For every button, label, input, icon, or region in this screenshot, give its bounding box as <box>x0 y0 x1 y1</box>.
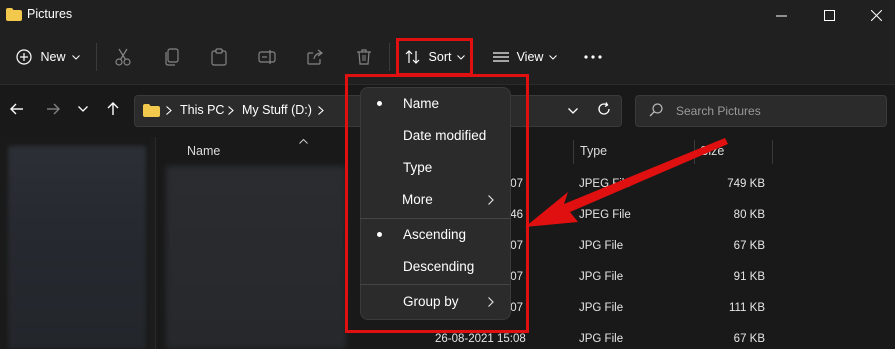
refresh-icon[interactable] <box>597 102 611 116</box>
chevron-down-icon <box>71 54 80 60</box>
search-icon <box>649 103 663 117</box>
chevron-right-icon <box>166 106 172 115</box>
folder-icon <box>143 104 160 117</box>
column-header-name[interactable]: Name <box>187 144 220 158</box>
rename-icon <box>258 48 276 66</box>
breadcrumb-my-stuff[interactable]: My Stuff (D:) <box>242 103 312 117</box>
view-label: View <box>516 50 544 64</box>
toolbar-divider <box>389 43 390 71</box>
paste-icon <box>210 48 228 66</box>
file-date-cell: 26-08-2021 15:08 <box>435 333 526 345</box>
copy-button[interactable] <box>161 39 183 75</box>
menu-highlight-box <box>345 74 529 333</box>
column-divider[interactable] <box>772 140 773 164</box>
delete-button[interactable] <box>353 39 375 75</box>
plus-circle-icon <box>16 49 33 65</box>
file-size-cell: 749 KB <box>727 178 765 190</box>
maximize-icon <box>823 9 835 21</box>
up-button[interactable] <box>102 98 124 120</box>
toolbar-divider <box>96 43 97 71</box>
chevron-right-icon <box>228 106 234 115</box>
chevron-down-icon <box>549 54 558 60</box>
copy-icon <box>163 48 181 66</box>
new-button[interactable]: New <box>12 39 84 75</box>
share-icon <box>306 48 324 66</box>
file-size-cell: 111 KB <box>728 302 765 314</box>
new-label: New <box>40 50 66 64</box>
folder-icon <box>6 8 22 21</box>
file-size-cell: 91 KB <box>733 271 765 283</box>
navigation-pane-blurred <box>8 146 146 349</box>
rename-button[interactable] <box>256 39 278 75</box>
breadcrumb-this-pc[interactable]: This PC <box>180 103 224 117</box>
more-options-icon <box>584 55 602 59</box>
address-history-chevron-icon[interactable] <box>568 108 578 114</box>
forward-button[interactable] <box>42 98 64 120</box>
more-options-button[interactable] <box>580 39 606 75</box>
file-size-cell: 80 KB <box>733 209 765 221</box>
view-list-icon <box>492 51 509 63</box>
file-names-blurred <box>166 166 346 349</box>
file-size-cell: 67 KB <box>733 333 765 345</box>
file-type-cell: JPG File <box>579 302 624 314</box>
arrow-up-icon <box>107 102 119 116</box>
paste-button[interactable] <box>208 39 230 75</box>
search-placeholder[interactable]: Search Pictures <box>676 104 761 118</box>
window-title: Pictures <box>27 7 73 21</box>
arrow-right-icon <box>46 103 60 115</box>
maximize-button[interactable] <box>806 0 852 30</box>
annotation-arrow-icon <box>520 132 730 238</box>
minimize-icon <box>775 10 787 21</box>
delete-icon <box>355 48 373 66</box>
sort-ascending-caret-icon <box>299 139 308 144</box>
view-button[interactable]: View <box>490 39 560 75</box>
chevron-right-icon <box>318 106 324 115</box>
recent-locations-button[interactable] <box>72 98 94 120</box>
share-button[interactable] <box>304 39 326 75</box>
arrow-left-icon <box>10 103 24 115</box>
file-type-cell: JPG File <box>579 271 624 283</box>
cut-icon <box>114 48 132 66</box>
minimize-button[interactable] <box>758 0 804 30</box>
back-button[interactable] <box>6 98 28 120</box>
close-icon <box>870 9 882 21</box>
cut-button[interactable] <box>112 39 134 75</box>
file-size-cell: 67 KB <box>733 240 765 252</box>
close-button[interactable] <box>853 0 895 30</box>
search-box[interactable] <box>635 95 887 127</box>
chevron-down-icon <box>78 106 88 112</box>
file-type-cell: JPG File <box>579 240 624 252</box>
file-type-cell: JPG File <box>579 333 624 345</box>
sort-highlight-box <box>396 38 473 76</box>
